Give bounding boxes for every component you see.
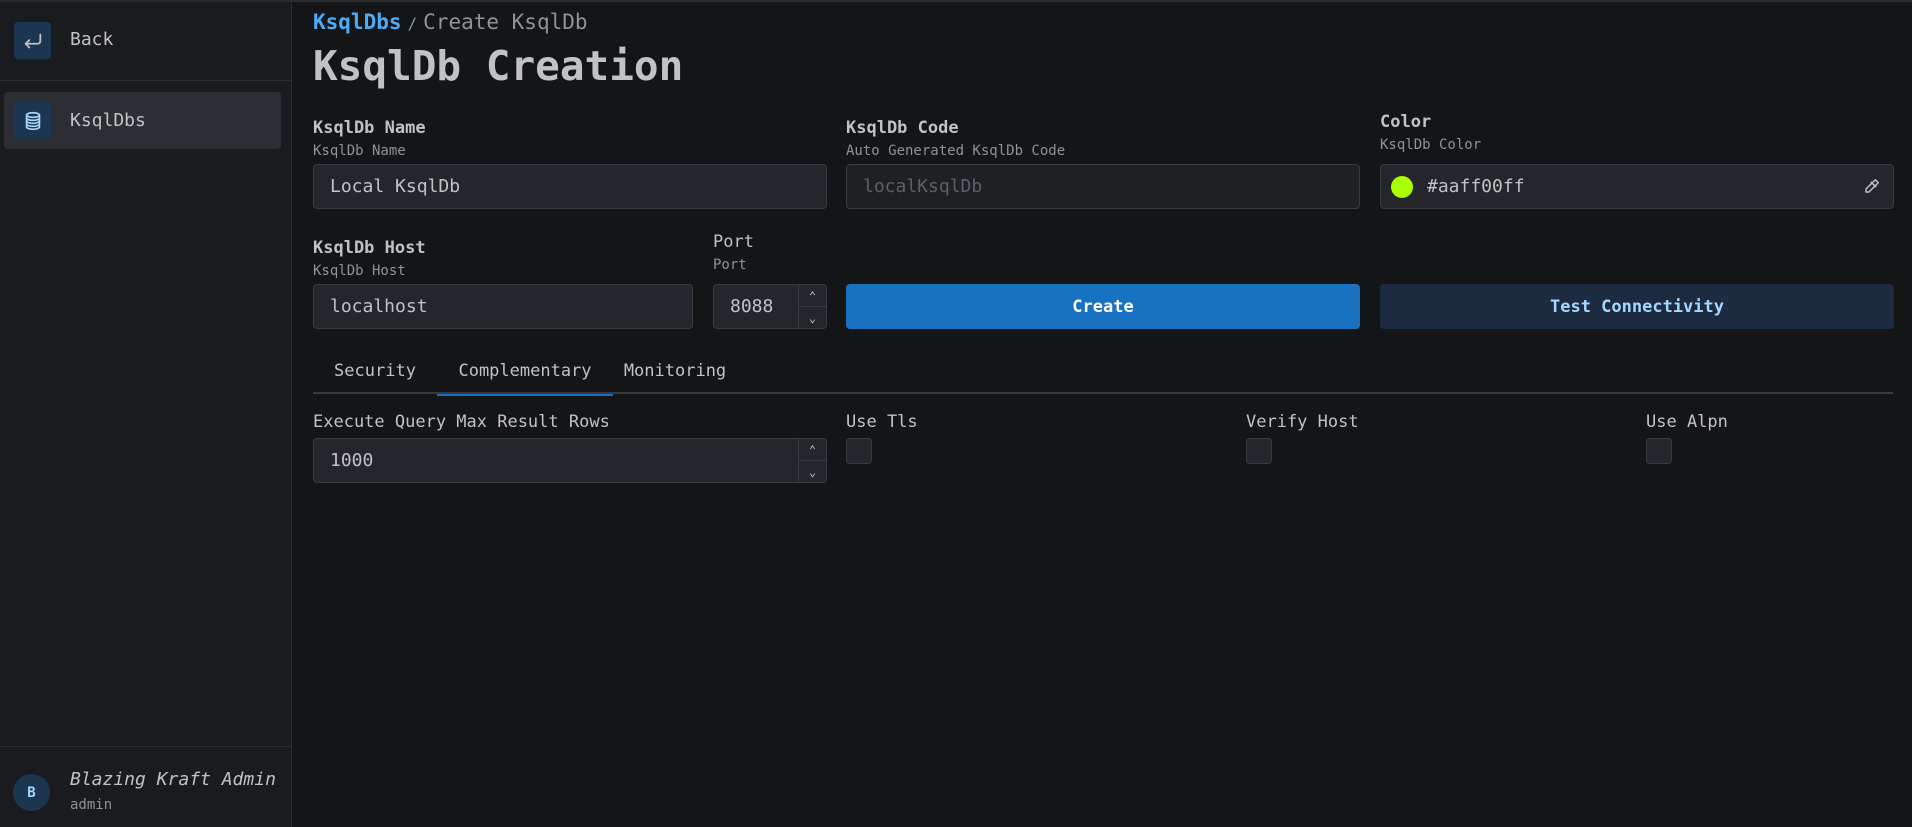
color-label: Color	[1380, 112, 1432, 132]
chevron-up-icon[interactable]: ⌃	[799, 285, 826, 307]
code-placeholder: localKsqlDb	[863, 176, 983, 197]
sidebar-item-ksqldbs[interactable]: KsqlDbs	[4, 92, 281, 149]
use-alpn-label: Use Alpn	[1646, 412, 1728, 432]
tab-complementary[interactable]: Complementary	[437, 348, 613, 396]
use-alpn-checkbox[interactable]	[1646, 438, 1672, 464]
host-description: KsqlDb Host	[313, 263, 406, 279]
host-value: localhost	[330, 296, 428, 317]
user-name: Blazing Kraft Admin	[70, 769, 276, 790]
sidebar: Back KsqlDbs B Blazing Kraft Admin admin	[0, 2, 292, 827]
breadcrumb-separator: /	[407, 14, 418, 33]
verify-host-label: Verify Host	[1246, 412, 1359, 432]
back-button[interactable]: Back	[0, 2, 292, 81]
main-content: KsqlDbs / Create KsqlDb KsqlDb Creation Ks…	[313, 2, 1894, 827]
verify-host-checkbox[interactable]	[1246, 438, 1272, 464]
tab-security[interactable]: Security	[313, 348, 437, 394]
tab-list: Security Complementary Monitoring	[313, 348, 1893, 396]
code-field-labels: KsqlDb Code Auto Generated KsqlDb Code	[846, 118, 1065, 159]
name-value: Local KsqlDb	[330, 176, 461, 197]
port-input[interactable]: 8088 ⌃ ⌄	[713, 284, 827, 329]
host-label: KsqlDb Host	[313, 238, 426, 258]
max-rows-stepper[interactable]: ⌃ ⌄	[798, 439, 826, 482]
code-input: localKsqlDb	[846, 164, 1360, 209]
breadcrumb-current: Create KsqlDb	[423, 10, 588, 34]
max-rows-input[interactable]: 1000 ⌃ ⌄	[313, 438, 827, 483]
back-label: Back	[70, 29, 114, 50]
user-role: admin	[70, 797, 113, 813]
color-value: #aaff00ff	[1427, 176, 1525, 197]
page-title: KsqlDb Creation	[313, 42, 684, 90]
name-description: KsqlDb Name	[313, 143, 406, 159]
tab-monitoring[interactable]: Monitoring	[613, 348, 737, 394]
breadcrumb: KsqlDbs / Create KsqlDb	[313, 10, 588, 34]
breadcrumb-link-ksqldbs[interactable]: KsqlDbs	[313, 10, 402, 34]
max-rows-label: Execute Query Max Result Rows	[313, 412, 610, 432]
color-field-labels: Color KsqlDb Color	[1380, 112, 1481, 153]
sidebar-item-label: KsqlDbs	[70, 110, 146, 131]
max-rows-value: 1000	[330, 450, 374, 471]
host-field-labels: KsqlDb Host KsqlDb Host	[313, 238, 426, 279]
chevron-down-icon[interactable]: ⌄	[799, 461, 826, 482]
port-value: 8088	[730, 296, 774, 317]
port-field-labels: Port Port	[713, 232, 754, 273]
name-input[interactable]: Local KsqlDb	[313, 164, 827, 209]
color-input[interactable]: #aaff00ff	[1380, 164, 1894, 209]
chevron-down-icon[interactable]: ⌄	[799, 307, 826, 328]
color-description: KsqlDb Color	[1380, 137, 1482, 153]
port-label: Port	[713, 232, 754, 252]
avatar: B	[13, 774, 50, 811]
eyedropper-icon[interactable]	[1863, 177, 1881, 200]
app-root: Back KsqlDbs B Blazing Kraft Admin admin…	[0, 0, 1912, 827]
database-icon	[14, 102, 51, 139]
code-label: KsqlDb Code	[846, 118, 959, 138]
use-tls-label: Use Tls	[846, 412, 918, 432]
port-stepper[interactable]: ⌃ ⌄	[798, 285, 826, 328]
use-tls-checkbox[interactable]	[846, 438, 872, 464]
back-arrow-icon	[14, 22, 51, 59]
host-input[interactable]: localhost	[313, 284, 693, 329]
test-connectivity-button[interactable]: Test Connectivity	[1380, 284, 1894, 329]
chevron-up-icon[interactable]: ⌃	[799, 439, 826, 461]
code-description: Auto Generated KsqlDb Code	[846, 143, 1066, 159]
port-description: Port	[713, 257, 747, 273]
create-button[interactable]: Create	[846, 284, 1360, 329]
color-swatch[interactable]	[1391, 175, 1413, 198]
name-label: KsqlDb Name	[313, 118, 426, 138]
name-field-labels: KsqlDb Name KsqlDb Name	[313, 118, 426, 159]
user-profile[interactable]: B Blazing Kraft Admin admin	[0, 746, 292, 827]
